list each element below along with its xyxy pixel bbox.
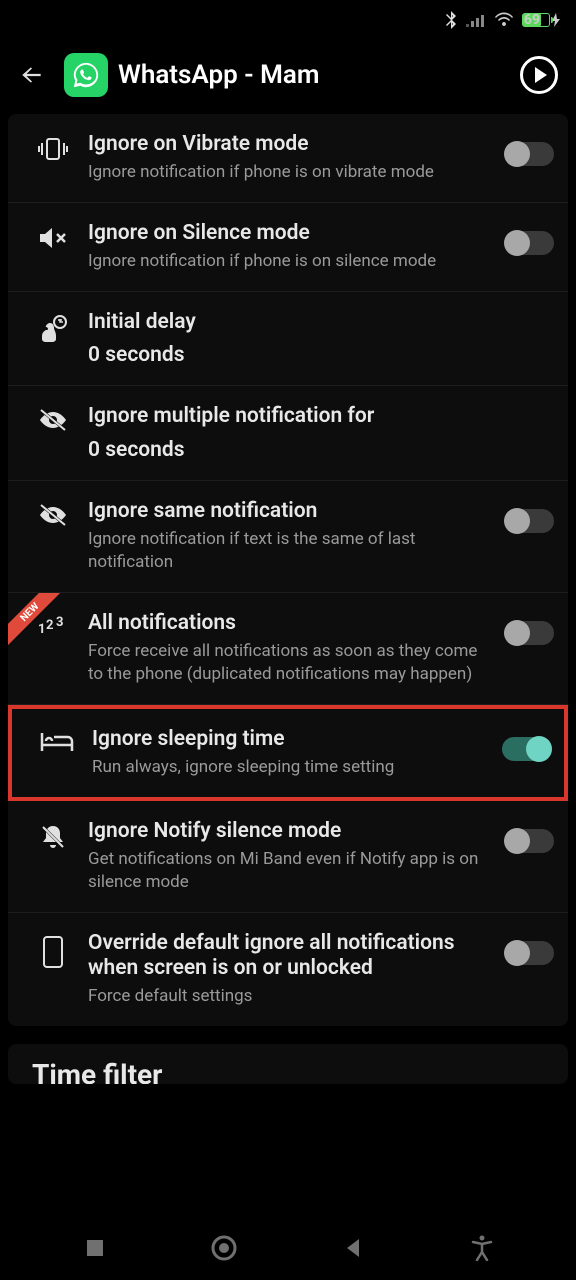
setting-title: Ignore on Silence mode <box>88 221 496 246</box>
setting-title: Ignore sleeping time <box>92 727 492 752</box>
setting-subtitle: Get notifications on Mi Band even if Not… <box>88 848 496 894</box>
setting-subtitle: Force default settings <box>88 985 496 1008</box>
signal-icon <box>466 13 486 27</box>
toggle-ignore-notify-silence[interactable] <box>506 829 554 853</box>
battery-indicator: 69 <box>522 13 560 27</box>
setting-ignore-multiple[interactable]: Ignore multiple notification for 0 secon… <box>8 386 568 480</box>
setting-title: Ignore Notify silence mode <box>88 819 496 844</box>
setting-override-default[interactable]: Override default ignore all notification… <box>8 913 568 1026</box>
setting-title: Ignore multiple notification for <box>88 404 544 429</box>
setting-title: Override default ignore all notification… <box>88 931 496 981</box>
whatsapp-icon <box>64 53 108 97</box>
setting-title: Initial delay <box>88 310 544 335</box>
navigation-bar <box>0 1216 576 1280</box>
setting-ignore-same[interactable]: Ignore same notification Ignore notifica… <box>8 481 568 593</box>
setting-ignore-vibrate[interactable]: Ignore on Vibrate mode Ignore notificati… <box>8 114 568 203</box>
page-title: WhatsApp - Mam <box>118 60 502 90</box>
toggle-all-notifications[interactable] <box>506 621 554 645</box>
setting-title: Ignore on Vibrate mode <box>88 132 496 157</box>
nav-home-button[interactable] <box>204 1228 244 1268</box>
vibrate-icon <box>18 132 88 162</box>
setting-ignore-notify-silence[interactable]: Ignore Notify silence mode Get notificat… <box>8 801 568 913</box>
new-badge: NEW <box>8 593 68 653</box>
section-header: Time filter <box>8 1044 568 1084</box>
play-button[interactable] <box>520 56 558 94</box>
setting-subtitle: Ignore notification if phone is on vibra… <box>88 161 496 184</box>
setting-subtitle: Ignore notification if phone is on silen… <box>88 250 496 273</box>
setting-value: 0 seconds <box>88 438 544 462</box>
eye-off-icon <box>18 499 88 527</box>
toggle-override-default[interactable] <box>506 941 554 965</box>
eye-off-icon <box>18 404 88 432</box>
bell-off-icon <box>18 819 88 851</box>
back-button[interactable] <box>18 61 46 89</box>
status-bar: 69 <box>0 0 576 40</box>
toggle-ignore-vibrate[interactable] <box>506 142 554 166</box>
app-bar: WhatsApp - Mam <box>0 40 576 110</box>
setting-initial-delay[interactable]: Initial delay 0 seconds <box>8 292 568 386</box>
setting-ignore-sleeping[interactable]: Ignore sleeping time Run always, ignore … <box>8 705 568 801</box>
phone-icon <box>18 931 88 969</box>
settings-list: Ignore on Vibrate mode Ignore notificati… <box>8 114 568 1026</box>
setting-ignore-silence[interactable]: Ignore on Silence mode Ignore notificati… <box>8 203 568 292</box>
nav-back-button[interactable] <box>333 1228 373 1268</box>
setting-subtitle: Run always, ignore sleeping time setting <box>92 756 492 779</box>
toggle-ignore-silence[interactable] <box>506 231 554 255</box>
nav-accessibility-button[interactable] <box>462 1228 502 1268</box>
setting-value: 0 seconds <box>88 343 544 367</box>
bluetooth-icon <box>444 11 458 29</box>
bed-icon <box>22 727 92 753</box>
next-section: Time filter <box>8 1044 568 1084</box>
wifi-icon <box>494 12 514 28</box>
setting-subtitle: Ignore notification if text is the same … <box>88 528 496 574</box>
toggle-ignore-same[interactable] <box>506 509 554 533</box>
toggle-ignore-sleeping[interactable] <box>502 737 550 761</box>
mute-icon <box>18 221 88 251</box>
setting-all-notifications[interactable]: NEW 123 All notifications Force receive … <box>8 593 568 705</box>
setting-subtitle: Force receive all notifications as soon … <box>88 640 496 686</box>
delay-icon <box>18 310 88 344</box>
setting-title: Ignore same notification <box>88 499 496 524</box>
setting-title: All notifications <box>88 611 496 636</box>
nav-recent-button[interactable] <box>75 1228 115 1268</box>
